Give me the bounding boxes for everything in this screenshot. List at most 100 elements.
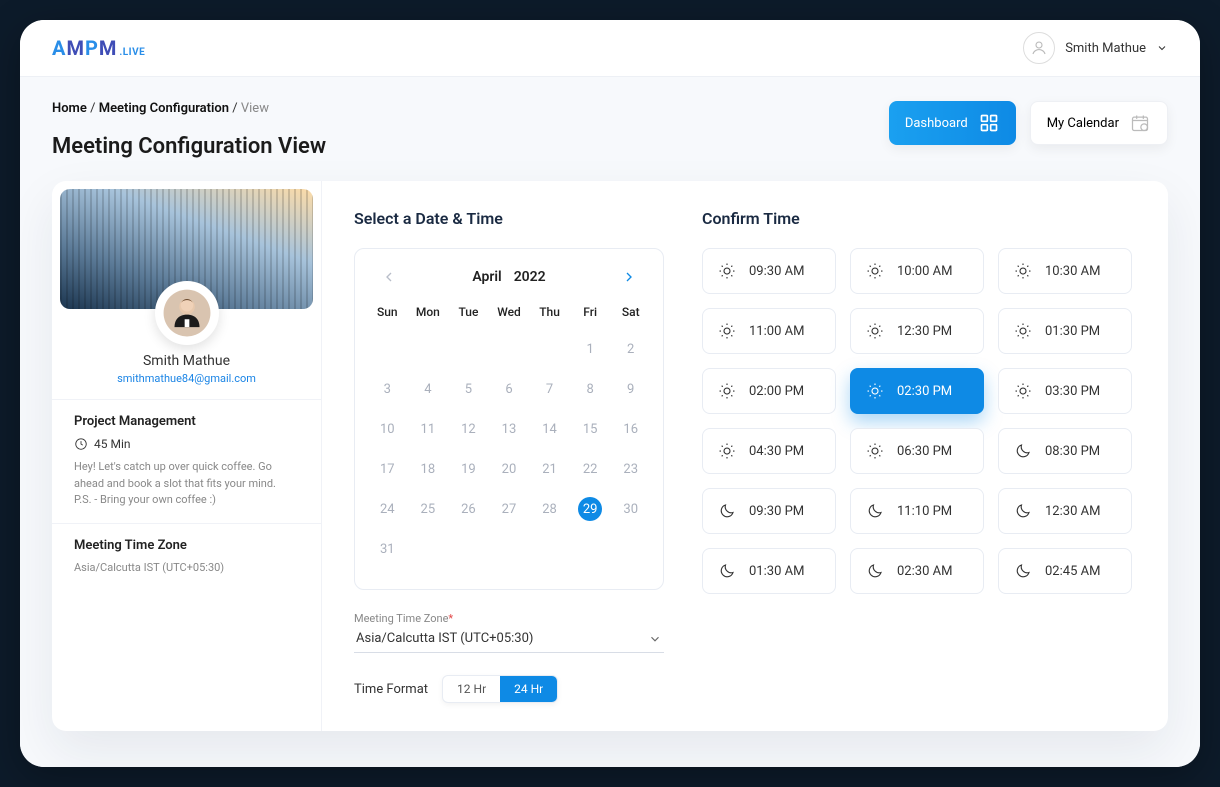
time-slot[interactable]: 04:30 PM: [702, 428, 836, 474]
format-label: Time Format: [354, 682, 428, 697]
tz-select[interactable]: Asia/Calcutta IST (UTC+05:30): [354, 625, 664, 653]
breadcrumb-section[interactable]: Meeting Configuration: [99, 101, 229, 116]
time-slot-label: 03:30 PM: [1045, 384, 1100, 399]
time-slot[interactable]: 06:30 PM: [850, 428, 984, 474]
time-format-toggle[interactable]: 12 Hr 24 Hr: [442, 675, 558, 703]
time-slot-label: 12:30 AM: [1045, 504, 1100, 519]
time-slot[interactable]: 12:30 PM: [850, 308, 984, 354]
moon-icon: [1013, 561, 1033, 581]
avatar-icon: [1023, 32, 1055, 64]
time-slot[interactable]: 10:30 AM: [998, 248, 1132, 294]
calendar-day[interactable]: 11: [408, 409, 449, 449]
tz-value: Asia/Calcutta IST (UTC+05:30): [74, 561, 299, 574]
moon-icon: [717, 501, 737, 521]
logo[interactable]: AMPM.LIVE: [52, 36, 145, 60]
calendar-day[interactable]: 26: [448, 489, 489, 529]
sun-icon: [865, 441, 885, 461]
calendar-day[interactable]: 20: [489, 449, 530, 489]
format-12[interactable]: 12 Hr: [443, 676, 500, 702]
time-slot-label: 12:30 PM: [897, 324, 952, 339]
time-slot[interactable]: 01:30 AM: [702, 548, 836, 594]
time-slot[interactable]: 11:10 PM: [850, 488, 984, 534]
moon-icon: [1013, 501, 1033, 521]
duration: 45 Min: [94, 437, 131, 451]
sun-icon: [865, 381, 885, 401]
calendar-day[interactable]: 19: [448, 449, 489, 489]
time-slot-label: 01:30 PM: [1045, 324, 1100, 339]
calendar-day[interactable]: 18: [408, 449, 449, 489]
calendar-year: 2022: [514, 269, 546, 285]
sun-icon: [717, 321, 737, 341]
time-slot[interactable]: 08:30 PM: [998, 428, 1132, 474]
time-slot[interactable]: 12:30 AM: [998, 488, 1132, 534]
profile-email[interactable]: smithmathue84@gmail.com: [52, 372, 321, 385]
profile-column: Smith Mathue smithmathue84@gmail.com Pro…: [52, 181, 322, 731]
calendar-day[interactable]: 30: [610, 489, 651, 529]
time-slot[interactable]: 01:30 PM: [998, 308, 1132, 354]
calendar-day[interactable]: 3: [367, 369, 408, 409]
calendar-day-of-week: Tue: [448, 295, 489, 329]
calendar-day[interactable]: 28: [529, 489, 570, 529]
profile-avatar: [155, 281, 219, 345]
calendar-day[interactable]: 1: [570, 329, 611, 369]
profile-name: Smith Mathue: [52, 353, 321, 369]
calendar-day[interactable]: 22: [570, 449, 611, 489]
moon-icon: [865, 561, 885, 581]
time-slot[interactable]: 11:00 AM: [702, 308, 836, 354]
tz-select-value: Asia/Calcutta IST (UTC+05:30): [356, 631, 533, 646]
dashboard-label: Dashboard: [905, 116, 968, 131]
calendar-icon: [1129, 112, 1151, 134]
my-calendar-button[interactable]: My Calendar: [1030, 101, 1168, 145]
calendar-day[interactable]: 4: [408, 369, 449, 409]
time-slot[interactable]: 02:30 AM: [850, 548, 984, 594]
calendar-day[interactable]: 12: [448, 409, 489, 449]
calendar-day[interactable]: 15: [570, 409, 611, 449]
tz-field-label: Meeting Time Zone*: [354, 612, 664, 625]
breadcrumb: Home / Meeting Configuration / View: [52, 101, 326, 116]
time-slot-label: 06:30 PM: [897, 444, 952, 459]
time-slot[interactable]: 02:00 PM: [702, 368, 836, 414]
sun-icon: [717, 441, 737, 461]
time-slot[interactable]: 03:30 PM: [998, 368, 1132, 414]
profile-desc2: P.S. - Bring your own coffee :): [74, 492, 299, 509]
time-column: Confirm Time 09:30 AM10:00 AM10:30 AM11:…: [692, 181, 1168, 731]
calendar-day-of-week: Thu: [529, 295, 570, 329]
calendar-day[interactable]: 13: [489, 409, 530, 449]
time-slot[interactable]: 02:30 PM: [850, 368, 984, 414]
calendar-day[interactable]: 8: [570, 369, 611, 409]
calendar-day[interactable]: 16: [610, 409, 651, 449]
calendar-day[interactable]: 21: [529, 449, 570, 489]
time-slot[interactable]: 10:00 AM: [850, 248, 984, 294]
calendar-day[interactable]: 25: [408, 489, 449, 529]
calendar-day[interactable]: 23: [610, 449, 651, 489]
format-24[interactable]: 24 Hr: [500, 676, 557, 702]
calendar-day[interactable]: 14: [529, 409, 570, 449]
calendar-day[interactable]: 29: [570, 489, 611, 529]
breadcrumb-home[interactable]: Home: [52, 101, 87, 116]
calendar-day[interactable]: 7: [529, 369, 570, 409]
next-month-button[interactable]: [617, 265, 641, 289]
clock-icon: [74, 437, 88, 451]
calendar-day[interactable]: 5: [448, 369, 489, 409]
chevron-down-icon: [1156, 42, 1168, 54]
calendar-day[interactable]: 31: [367, 529, 408, 569]
topbar: AMPM.LIVE Smith Mathue: [20, 20, 1200, 77]
my-calendar-label: My Calendar: [1047, 116, 1119, 131]
dashboard-button[interactable]: Dashboard: [889, 101, 1016, 145]
calendar-day[interactable]: 17: [367, 449, 408, 489]
calendar-month: April: [472, 269, 501, 285]
calendar-day[interactable]: 9: [610, 369, 651, 409]
calendar-day[interactable]: 2: [610, 329, 651, 369]
prev-month-button[interactable]: [377, 265, 401, 289]
calendar-day[interactable]: 27: [489, 489, 530, 529]
time-slot[interactable]: 09:30 PM: [702, 488, 836, 534]
calendar-day[interactable]: 24: [367, 489, 408, 529]
calendar-day[interactable]: 6: [489, 369, 530, 409]
time-slot[interactable]: 09:30 AM: [702, 248, 836, 294]
moon-icon: [865, 501, 885, 521]
user-menu[interactable]: Smith Mathue: [1023, 32, 1168, 64]
moon-icon: [717, 561, 737, 581]
calendar-day[interactable]: 10: [367, 409, 408, 449]
time-slot[interactable]: 02:45 AM: [998, 548, 1132, 594]
app-frame: AMPM.LIVE Smith Mathue Home / Meeting Co…: [20, 20, 1200, 767]
